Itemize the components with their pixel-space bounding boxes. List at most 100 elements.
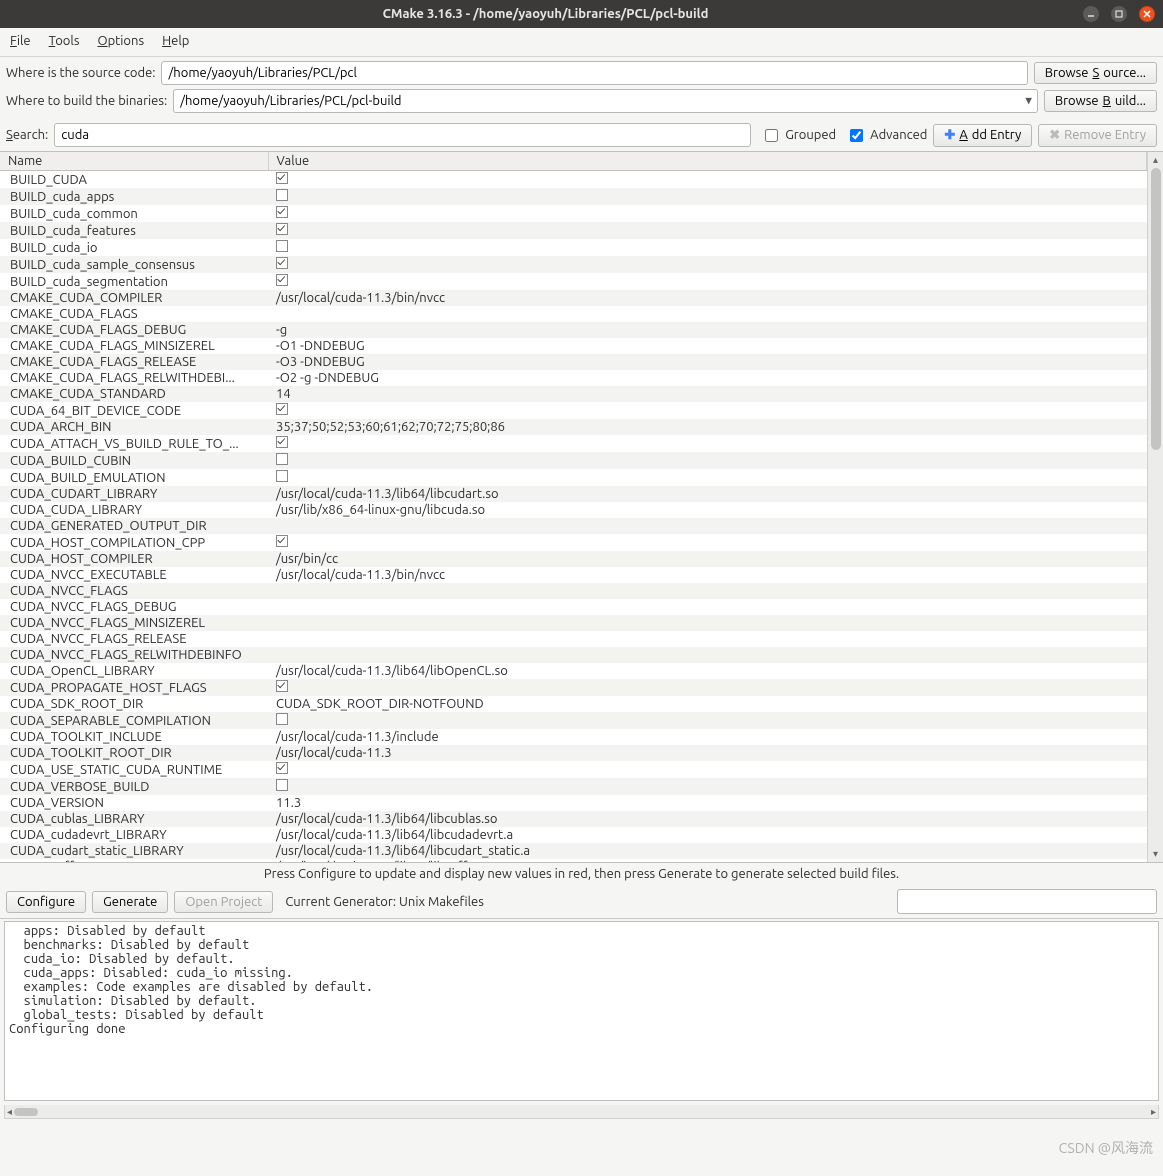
property-value[interactable] (268, 306, 1147, 322)
table-row[interactable]: CUDA_TOOLKIT_INCLUDE/usr/local/cuda-11.3… (0, 729, 1147, 745)
table-row[interactable]: CUDA_VERSION11.3 (0, 795, 1147, 811)
table-row[interactable]: CMAKE_CUDA_FLAGS_RELWITHDEBI...-O2 -g -D… (0, 370, 1147, 386)
property-value[interactable] (268, 679, 1147, 696)
property-value[interactable]: /usr/local/cuda-11.3/lib64/libOpenCL.so (268, 663, 1147, 679)
scroll-thumb[interactable] (14, 1108, 38, 1116)
checkbox-icon[interactable] (276, 223, 288, 235)
property-value[interactable] (268, 188, 1147, 205)
source-input[interactable] (161, 61, 1027, 85)
property-value[interactable]: 11.3 (268, 795, 1147, 811)
property-value[interactable]: -g (268, 322, 1147, 338)
property-value[interactable] (268, 452, 1147, 469)
vertical-scrollbar[interactable]: ▴ ▾ (1147, 152, 1163, 862)
filter-input[interactable] (897, 889, 1157, 914)
checkbox-icon[interactable] (276, 535, 288, 547)
property-value[interactable]: /usr/bin/cc (268, 551, 1147, 567)
property-value[interactable]: -O1 -DNDEBUG (268, 338, 1147, 354)
table-row[interactable]: CUDA_OpenCL_LIBRARY/usr/local/cuda-11.3/… (0, 663, 1147, 679)
output-log[interactable]: apps: Disabled by default benchmarks: Di… (4, 921, 1159, 1101)
property-value[interactable] (268, 239, 1147, 256)
property-value[interactable] (268, 518, 1147, 534)
table-row[interactable]: CUDA_NVCC_EXECUTABLE/usr/local/cuda-11.3… (0, 567, 1147, 583)
table-row[interactable]: CUDA_CUDART_LIBRARY/usr/local/cuda-11.3/… (0, 486, 1147, 502)
checkbox-icon[interactable] (276, 240, 288, 252)
property-value[interactable] (268, 205, 1147, 222)
property-value[interactable]: 35;37;50;52;53;60;61;62;70;72;75;80;86 (268, 419, 1147, 435)
checkbox-icon[interactable] (276, 436, 288, 448)
table-row[interactable]: BUILD_cuda_features (0, 222, 1147, 239)
property-value[interactable]: /usr/local/cuda-11.3/lib64/libcudart_sta… (268, 843, 1147, 859)
add-entry-button[interactable]: ✚ Add Entry (933, 124, 1032, 147)
property-value[interactable] (268, 222, 1147, 239)
table-row[interactable]: CUDA_TOOLKIT_ROOT_DIR/usr/local/cuda-11.… (0, 745, 1147, 761)
property-value[interactable] (268, 631, 1147, 647)
property-value[interactable]: /usr/local/cuda-11.3/lib64/libcudadevrt.… (268, 827, 1147, 843)
property-value[interactable] (268, 534, 1147, 551)
checkbox-icon[interactable] (276, 713, 288, 725)
minimize-button[interactable] (1083, 6, 1099, 22)
property-value[interactable]: /usr/local/cuda-11.3/lib64/libcufft.so (268, 859, 1147, 862)
scroll-left-icon[interactable]: ◂ (7, 1106, 12, 1118)
property-value[interactable]: /usr/local/cuda-11.3 (268, 745, 1147, 761)
property-value[interactable]: /usr/local/cuda-11.3/lib64/libcudart.so (268, 486, 1147, 502)
table-row[interactable]: CUDA_VERBOSE_BUILD (0, 778, 1147, 795)
table-row[interactable]: BUILD_CUDA (0, 171, 1147, 189)
checkbox-icon[interactable] (276, 779, 288, 791)
close-button[interactable] (1139, 6, 1155, 22)
checkbox-icon[interactable] (276, 206, 288, 218)
table-row[interactable]: CUDA_BUILD_EMULATION (0, 469, 1147, 486)
property-value[interactable] (268, 171, 1147, 189)
checkbox-icon[interactable] (276, 189, 288, 201)
table-row[interactable]: CMAKE_CUDA_FLAGS_DEBUG-g (0, 322, 1147, 338)
table-row[interactable]: CUDA_NVCC_FLAGS_DEBUG (0, 599, 1147, 615)
table-row[interactable]: CUDA_USE_STATIC_CUDA_RUNTIME (0, 761, 1147, 778)
table-row[interactable]: CUDA_ATTACH_VS_BUILD_RULE_TO_... (0, 435, 1147, 452)
table-row[interactable]: CUDA_SEPARABLE_COMPILATION (0, 712, 1147, 729)
checkbox-icon[interactable] (276, 762, 288, 774)
log-horizontal-scrollbar[interactable]: ◂ ▸ (4, 1105, 1159, 1119)
property-value[interactable]: /usr/local/cuda-11.3/lib64/libcublas.so (268, 811, 1147, 827)
property-value[interactable]: -O2 -g -DNDEBUG (268, 370, 1147, 386)
table-row[interactable]: CUDA_ARCH_BIN35;37;50;52;53;60;61;62;70;… (0, 419, 1147, 435)
table-row[interactable]: CMAKE_CUDA_STANDARD14 (0, 386, 1147, 402)
table-row[interactable]: CUDA_64_BIT_DEVICE_CODE (0, 402, 1147, 419)
table-row[interactable]: CUDA_cublas_LIBRARY/usr/local/cuda-11.3/… (0, 811, 1147, 827)
configure-button[interactable]: Configure (6, 891, 86, 913)
checkbox-icon[interactable] (276, 453, 288, 465)
table-row[interactable]: CUDA_cudadevrt_LIBRARY/usr/local/cuda-11… (0, 827, 1147, 843)
property-value[interactable]: /usr/local/cuda-11.3/include (268, 729, 1147, 745)
checkbox-icon[interactable] (276, 257, 288, 269)
table-row[interactable]: CUDA_SDK_ROOT_DIRCUDA_SDK_ROOT_DIR-NOTFO… (0, 696, 1147, 712)
open-project-button[interactable]: Open Project (174, 891, 273, 913)
table-row[interactable]: BUILD_cuda_io (0, 239, 1147, 256)
remove-entry-button[interactable]: ✖ Remove Entry (1038, 124, 1157, 147)
property-value[interactable] (268, 778, 1147, 795)
property-value[interactable] (268, 273, 1147, 290)
advanced-checkbox[interactable]: Advanced (846, 126, 927, 145)
table-row[interactable]: CUDA_HOST_COMPILATION_CPP (0, 534, 1147, 551)
build-input[interactable] (173, 89, 1038, 113)
property-value[interactable] (268, 761, 1147, 778)
checkbox-icon[interactable] (276, 274, 288, 286)
table-row[interactable]: CUDA_CUDA_LIBRARY/usr/lib/x86_64-linux-g… (0, 502, 1147, 518)
table-row[interactable]: CUDA_cudart_static_LIBRARY/usr/local/cud… (0, 843, 1147, 859)
property-value[interactable]: -O3 -DNDEBUG (268, 354, 1147, 370)
table-row[interactable]: CUDA_HOST_COMPILER/usr/bin/cc (0, 551, 1147, 567)
menu-tools[interactable]: Tools (49, 34, 80, 48)
property-value[interactable] (268, 256, 1147, 273)
property-value[interactable] (268, 712, 1147, 729)
property-value[interactable] (268, 599, 1147, 615)
table-row[interactable]: CUDA_BUILD_CUBIN (0, 452, 1147, 469)
scroll-thumb[interactable] (1151, 168, 1161, 450)
scroll-down-icon[interactable]: ▾ (1153, 848, 1158, 860)
property-value[interactable] (268, 402, 1147, 419)
table-row[interactable]: BUILD_cuda_segmentation (0, 273, 1147, 290)
table-row[interactable]: BUILD_cuda_common (0, 205, 1147, 222)
maximize-button[interactable] (1111, 6, 1127, 22)
property-value[interactable]: /usr/local/cuda-11.3/bin/nvcc (268, 290, 1147, 306)
property-value[interactable]: /usr/lib/x86_64-linux-gnu/libcuda.so (268, 502, 1147, 518)
generate-button[interactable]: Generate (92, 891, 168, 913)
table-row[interactable]: CUDA_NVCC_FLAGS_RELEASE (0, 631, 1147, 647)
property-value[interactable] (268, 469, 1147, 486)
table-row[interactable]: CUDA_cufft_LIBRARY/usr/local/cuda-11.3/l… (0, 859, 1147, 862)
